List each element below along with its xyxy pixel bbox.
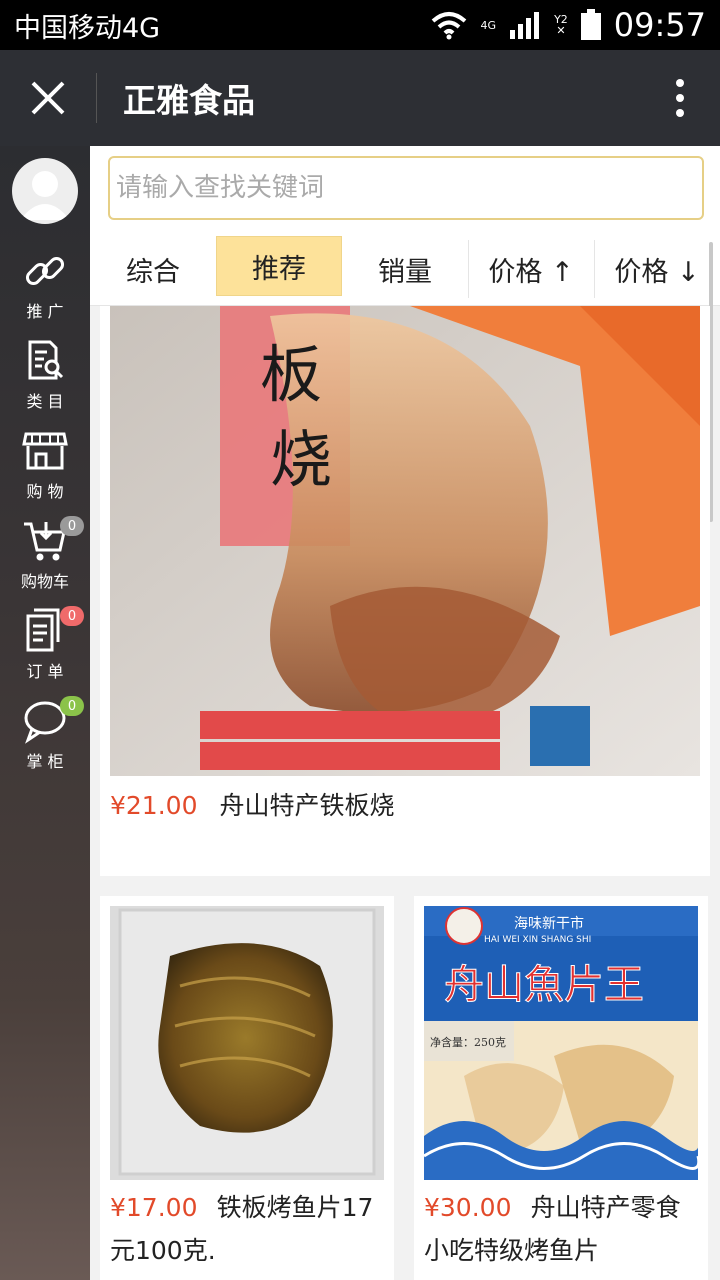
sort-tab-comprehensive[interactable]: 综合 — [90, 232, 216, 306]
product-card[interactable]: ¥17.00 铁板烤鱼片17元100克. — [100, 896, 394, 1280]
network-type-label: 4G — [480, 18, 497, 32]
sidebar: 推 广 类 目 购 物 购物车 0 订 单 0 掌 柜 0 — [0, 146, 90, 1280]
product-price: ¥17.00 — [110, 1193, 198, 1222]
cart-count-badge: 0 — [60, 516, 84, 536]
close-icon — [31, 81, 65, 115]
sidebar-item-promote[interactable]: 推 广 — [0, 248, 90, 328]
sort-tab-price-asc[interactable]: 价格 ↑ — [468, 232, 594, 306]
sidebar-item-shop[interactable]: 购 物 — [0, 428, 90, 508]
sidebar-item-cart[interactable]: 购物车 0 — [0, 516, 90, 598]
product-image[interactable]: 板 烧 — [110, 306, 700, 776]
sidebar-item-shopkeeper[interactable]: 掌 柜 0 — [0, 696, 90, 778]
no-signal-icon: ✕ — [556, 24, 566, 37]
search-input[interactable] — [108, 156, 704, 220]
title-bar: 正雅食品 — [0, 50, 720, 146]
sidebar-item-label: 掌 柜 — [26, 752, 64, 771]
more-vertical-icon — [676, 79, 684, 117]
sidebar-item-label: 类 目 — [26, 392, 64, 411]
product-image-text: 烧 — [270, 423, 332, 496]
avatar[interactable] — [12, 158, 78, 224]
product-price: ¥30.00 — [424, 1193, 512, 1222]
more-menu-button[interactable] — [640, 50, 720, 146]
product-card[interactable]: 海味新干市 HAI WEI XIN SHANG SHI 舟山魚片王 净含量：25… — [414, 896, 708, 1280]
signal-icon — [510, 12, 540, 39]
product-image-text: HAI WEI XIN SHANG SHI — [484, 935, 591, 945]
carrier-label: 中国移动4G — [14, 12, 161, 44]
product-image[interactable] — [110, 906, 384, 1180]
clock: 09:57 — [613, 6, 706, 44]
sidebar-item-category[interactable]: 类 目 — [0, 338, 90, 418]
user-icon — [20, 171, 70, 220]
product-image[interactable]: 海味新干市 HAI WEI XIN SHANG SHI 舟山魚片王 净含量：25… — [424, 906, 698, 1180]
sidebar-item-label: 购 物 — [26, 482, 64, 501]
product-image-text: 板 — [260, 338, 322, 411]
orders-count-badge: 0 — [60, 606, 84, 626]
sort-bar: 综合 推荐 销量 价格 ↑ 价格 ↓ — [90, 232, 720, 306]
wifi-icon — [431, 12, 466, 40]
sort-tab-sales[interactable]: 销量 — [342, 232, 468, 306]
sort-tab-recommended[interactable]: 推荐 — [216, 236, 342, 296]
product-image-text: 净含量：250克 — [430, 1035, 506, 1049]
battery-icon — [580, 9, 601, 40]
category-search-icon — [28, 340, 64, 380]
close-button[interactable] — [0, 50, 96, 146]
sort-tab-price-desc[interactable]: 价格 ↓ — [594, 232, 720, 306]
product-image-text: 舟山魚片王 — [444, 962, 644, 1008]
status-bar: 中国移动4G 4G Y2 ✕ 09:57 — [0, 0, 720, 50]
store-icon — [22, 432, 68, 470]
product-card[interactable]: 板 烧 ¥21.00 舟山特产铁板烧 — [100, 306, 710, 876]
shopkeeper-count-badge: 0 — [60, 696, 84, 716]
page-title: 正雅食品 — [123, 81, 255, 120]
search-bar — [90, 146, 720, 232]
product-price: ¥21.00 — [110, 791, 198, 820]
link-icon — [25, 256, 65, 286]
sidebar-item-label: 推 广 — [26, 302, 64, 321]
sidebar-item-label: 购物车 — [20, 572, 69, 591]
product-name[interactable]: 舟山特产铁板烧 — [219, 791, 394, 820]
sidebar-item-orders[interactable]: 订 单 0 — [0, 606, 90, 688]
sidebar-item-label: 订 单 — [26, 662, 64, 681]
product-image-text: 海味新干市 — [514, 915, 584, 932]
main-content: 综合 推荐 销量 价格 ↑ 价格 ↓ — [90, 146, 720, 1280]
